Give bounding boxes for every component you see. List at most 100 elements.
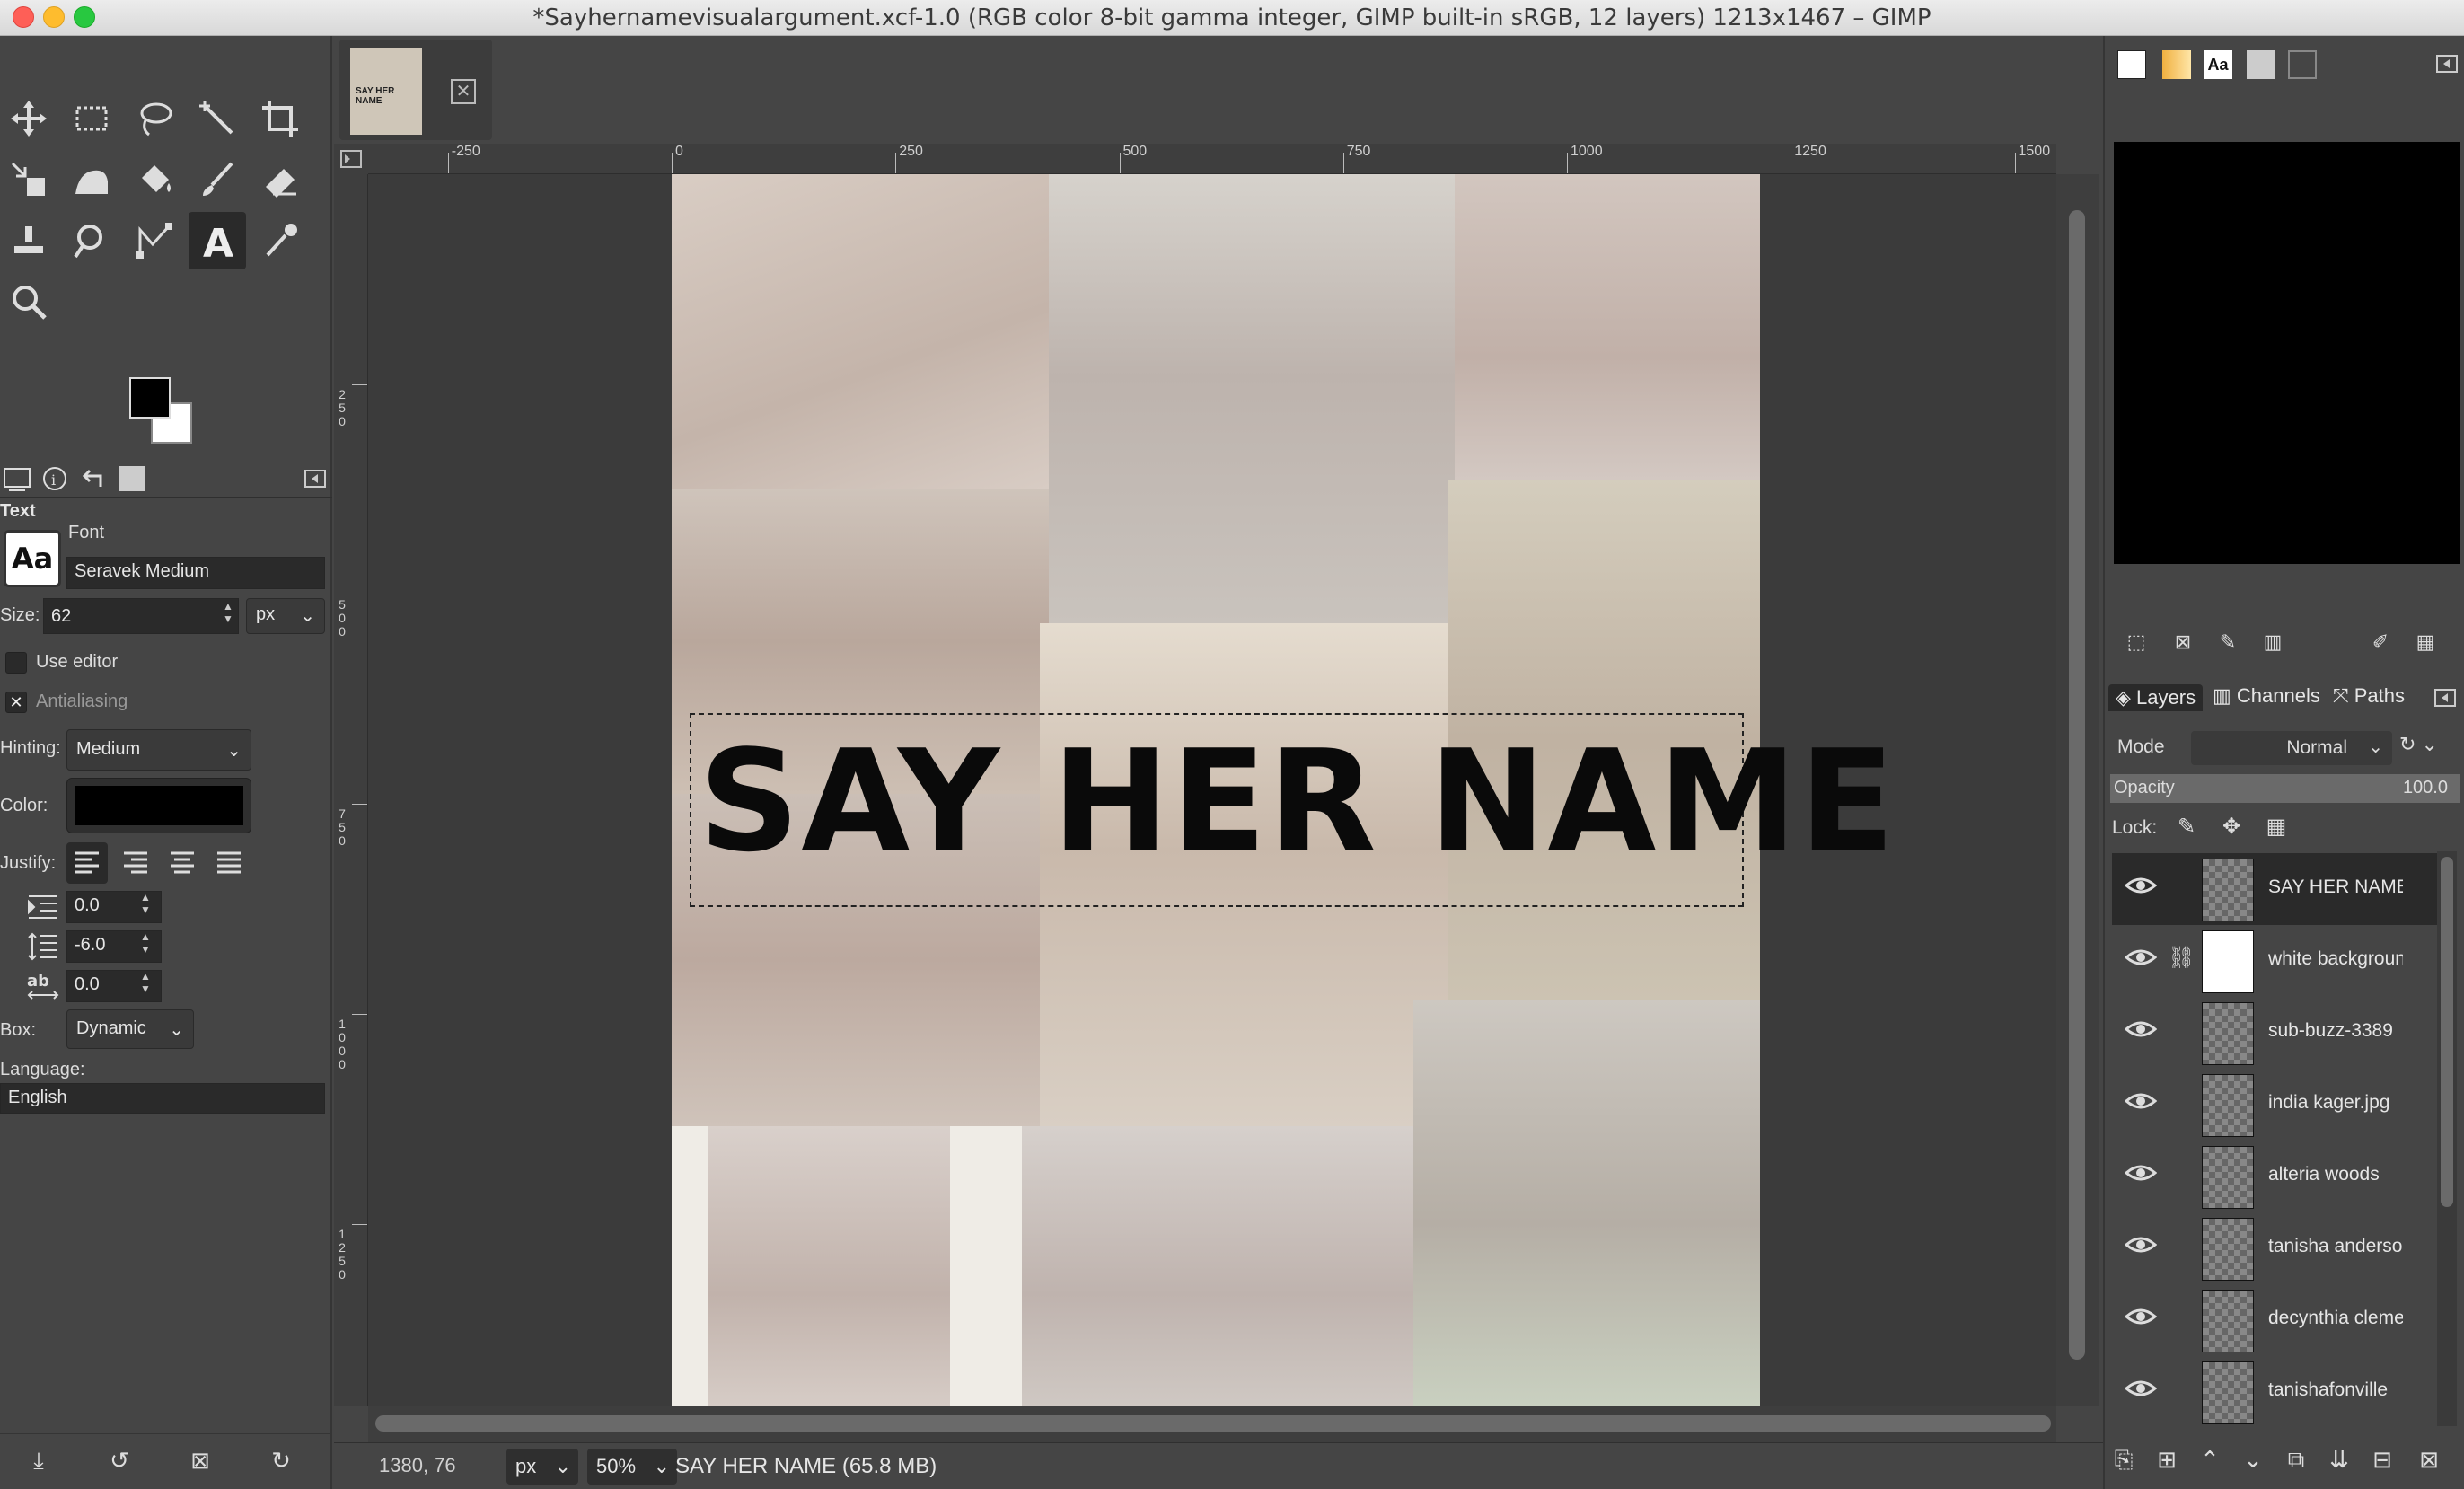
paths-tool-icon[interactable] bbox=[126, 212, 183, 269]
duplicate-layer-icon[interactable]: ⧉ bbox=[2281, 1444, 2311, 1475]
size-spinner-icon[interactable]: ▲ ▼ bbox=[219, 600, 237, 632]
justify-right-button[interactable] bbox=[115, 842, 156, 884]
lower-layer-icon[interactable]: ⌄ bbox=[2238, 1444, 2268, 1475]
foreground-color-swatch[interactable] bbox=[129, 377, 171, 419]
columns-icon[interactable]: ▥ bbox=[2257, 627, 2288, 657]
smudge-tool-icon[interactable] bbox=[63, 212, 120, 269]
zoom-tool-icon[interactable] bbox=[0, 273, 57, 330]
font-preview-button[interactable]: Aa bbox=[4, 530, 61, 587]
vertical-scroll-thumb[interactable] bbox=[2069, 210, 2085, 1360]
layer-row[interactable]: SAY HER NAME bbox=[2112, 853, 2437, 925]
close-image-tab-icon[interactable]: ✕ bbox=[451, 79, 476, 104]
layer-name[interactable]: SAY HER NAME bbox=[2268, 877, 2403, 898]
images-tab-icon[interactable] bbox=[117, 463, 147, 494]
unit-dropdown[interactable]: px ⌄ bbox=[506, 1449, 578, 1485]
eraser-tool-icon[interactable] bbox=[251, 151, 309, 208]
font-input[interactable]: Seravek Medium bbox=[66, 557, 325, 589]
tab-layers[interactable]: ◈ Layers bbox=[2108, 684, 2204, 711]
vertical-ruler[interactable]: 250 500 750 1000 1250 bbox=[334, 174, 368, 1406]
grid-icon[interactable]: ▦ bbox=[2410, 627, 2441, 657]
language-input[interactable]: English bbox=[0, 1083, 325, 1114]
visibility-eye-icon[interactable] bbox=[2124, 1234, 2158, 1256]
layer-name[interactable]: decynthia clements bbox=[2268, 1308, 2403, 1329]
opacity-slider[interactable]: Opacity 100.0 bbox=[2110, 774, 2460, 803]
size-unit-dropdown[interactable]: px ⌄ bbox=[246, 598, 325, 634]
horizontal-scroll-thumb[interactable] bbox=[375, 1415, 2051, 1432]
justify-center-button[interactable] bbox=[162, 842, 203, 884]
letter-spacing-spinner-icon[interactable]: ▲ ▼ bbox=[136, 970, 154, 1002]
save-options-icon[interactable]: ⤓ bbox=[23, 1445, 54, 1476]
layers-scrollbar[interactable] bbox=[2437, 851, 2457, 1426]
visibility-eye-icon[interactable] bbox=[2124, 1306, 2158, 1327]
pen-icon[interactable]: ✐ bbox=[2365, 627, 2396, 657]
fonts-tab-icon[interactable]: Aa bbox=[2204, 50, 2232, 79]
warp-tool-icon[interactable] bbox=[63, 151, 120, 208]
configure-layers-tab-icon[interactable] bbox=[2432, 684, 2459, 711]
box-dropdown[interactable]: Dynamic ⌄ bbox=[66, 1009, 194, 1049]
lasso-tool-icon[interactable] bbox=[126, 90, 183, 147]
fuzzy-select-tool-icon[interactable] bbox=[189, 90, 246, 147]
mode-dropdown[interactable]: Normal ⌄ bbox=[2191, 731, 2392, 765]
text-tool-icon[interactable]: A bbox=[189, 212, 246, 269]
transform-tool-icon[interactable] bbox=[0, 151, 57, 208]
image-tab[interactable]: SAY HER NAME ✕ bbox=[339, 40, 492, 140]
device-status-tab-icon[interactable]: i bbox=[40, 463, 70, 494]
edit-icon[interactable]: ✎ bbox=[2213, 627, 2243, 657]
visibility-eye-icon[interactable] bbox=[2124, 1018, 2158, 1040]
size-input[interactable]: 62 bbox=[43, 598, 239, 634]
paintbrush-tool-icon[interactable] bbox=[189, 151, 246, 208]
chain-link-icon[interactable]: ⛓ bbox=[2168, 945, 2195, 977]
merge-layer-icon[interactable]: ⇊ bbox=[2324, 1444, 2354, 1475]
hinting-dropdown[interactable]: Medium ⌄ bbox=[66, 729, 251, 771]
navigation-preview[interactable] bbox=[2114, 142, 2460, 564]
layer-row[interactable]: tanisha anderson bbox=[2112, 1212, 2437, 1284]
layer-row[interactable]: decynthia clements bbox=[2112, 1284, 2437, 1356]
new-layer-group-icon[interactable]: ⊞ bbox=[2152, 1444, 2182, 1475]
lock-alpha-icon[interactable]: ▦ bbox=[2261, 812, 2292, 842]
horizontal-ruler[interactable]: -250 0 250 500 750 1000 1250 1500 bbox=[368, 144, 2056, 174]
layer-name[interactable]: white background bbox=[2268, 948, 2403, 970]
ruler-corner-icon[interactable] bbox=[334, 144, 368, 174]
layer-name[interactable]: india kager.jpg bbox=[2268, 1092, 2403, 1114]
mask-layer-icon[interactable]: ⊟ bbox=[2367, 1444, 2398, 1475]
layer-row[interactable]: alteria woods bbox=[2112, 1141, 2437, 1212]
zoom-dropdown[interactable]: 50% ⌄ bbox=[587, 1449, 677, 1485]
patterns-tab-icon[interactable] bbox=[2162, 50, 2191, 79]
visibility-eye-icon[interactable] bbox=[2124, 1378, 2158, 1399]
tab-paths[interactable]: ⤧ Paths bbox=[2333, 684, 2405, 708]
lock-position-icon[interactable]: ✥ bbox=[2216, 812, 2247, 842]
layers-list[interactable]: SAY HER NAME ⛓ white background sub-buzz… bbox=[2105, 851, 2437, 1426]
move-tool-icon[interactable] bbox=[0, 90, 57, 147]
tool-options-tab-icon[interactable] bbox=[2, 463, 32, 494]
tab-channels[interactable]: ▥ Channels bbox=[2213, 684, 2320, 708]
delete-layer-icon[interactable]: ⊠ bbox=[2414, 1444, 2444, 1475]
rect-select-tool-icon[interactable] bbox=[63, 90, 120, 147]
text-color-button[interactable] bbox=[66, 778, 251, 833]
reset-options-icon[interactable]: ↻ bbox=[266, 1445, 296, 1476]
undo-history-tab-icon[interactable] bbox=[77, 463, 108, 494]
layer-row[interactable]: india kager.jpg bbox=[2112, 1069, 2437, 1141]
layer-row[interactable]: tanishafonville bbox=[2112, 1356, 2437, 1426]
vertical-scrollbar[interactable] bbox=[2056, 174, 2099, 1406]
fg-bg-colors[interactable] bbox=[126, 377, 216, 458]
delete-options-icon[interactable]: ⊠ bbox=[185, 1445, 216, 1476]
restore-options-icon[interactable]: ↺ bbox=[104, 1445, 135, 1476]
select-icon[interactable]: ⬚ bbox=[2121, 627, 2152, 657]
images-dock-tab-icon[interactable] bbox=[2288, 50, 2317, 79]
lock-pixels-icon[interactable]: ✎ bbox=[2171, 812, 2202, 842]
raise-layer-icon[interactable]: ⌃ bbox=[2195, 1444, 2225, 1475]
layer-name[interactable]: sub-buzz-3389 bbox=[2268, 1020, 2403, 1042]
visibility-eye-icon[interactable] bbox=[2124, 1090, 2158, 1112]
layer-name[interactable]: alteria woods bbox=[2268, 1164, 2403, 1185]
horizontal-scrollbar[interactable] bbox=[368, 1406, 2056, 1442]
clear-icon[interactable]: ⊠ bbox=[2168, 627, 2198, 657]
line-spacing-spinner-icon[interactable]: ▲ ▼ bbox=[136, 930, 154, 963]
color-picker-tool-icon[interactable] bbox=[251, 212, 309, 269]
visibility-eye-icon[interactable] bbox=[2124, 1162, 2158, 1184]
canvas-viewport[interactable]: SAY HER NAME bbox=[368, 174, 2056, 1406]
layers-scroll-thumb[interactable] bbox=[2441, 857, 2453, 1207]
indent-spinner-icon[interactable]: ▲ ▼ bbox=[136, 891, 154, 923]
layer-name[interactable]: tanishafonville bbox=[2268, 1379, 2403, 1401]
visibility-eye-icon[interactable] bbox=[2124, 947, 2158, 968]
visibility-eye-icon[interactable] bbox=[2124, 875, 2158, 896]
